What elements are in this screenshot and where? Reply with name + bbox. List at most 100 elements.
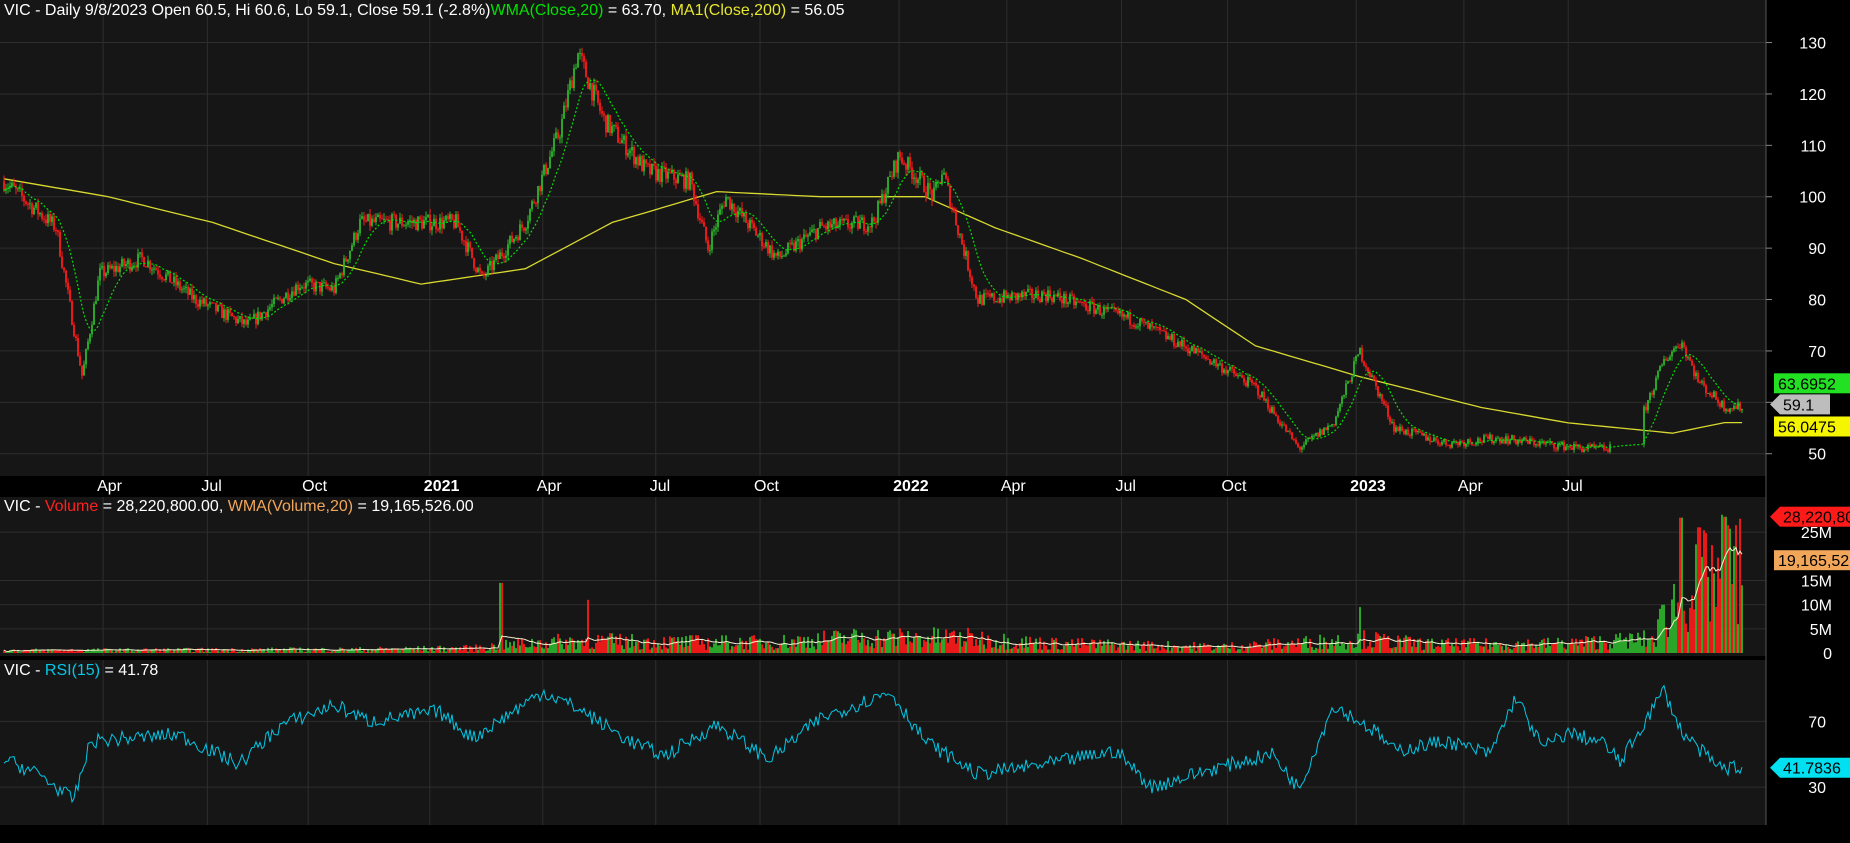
candle-body xyxy=(1161,330,1163,332)
price-tick-label: 120 xyxy=(1799,87,1826,104)
volume-bar xyxy=(789,646,791,653)
candle-body xyxy=(527,220,529,229)
candle-body xyxy=(315,281,317,292)
candle-body xyxy=(451,214,453,220)
candle-body xyxy=(1131,324,1133,326)
volume-bar xyxy=(1303,638,1305,653)
volume-bar xyxy=(939,642,941,653)
candle-body xyxy=(233,316,235,318)
candle-body xyxy=(183,288,185,290)
candle-body xyxy=(1221,363,1223,373)
candle-body xyxy=(307,280,309,283)
candle-body xyxy=(825,226,827,230)
candle-body xyxy=(459,227,461,231)
volume-bar xyxy=(321,647,323,653)
candle-body xyxy=(1119,310,1121,314)
candle-body xyxy=(175,276,177,286)
candle-body xyxy=(359,218,361,234)
candle-body xyxy=(1343,394,1345,397)
candle-body xyxy=(1163,330,1165,332)
candle-body xyxy=(895,160,897,173)
candle-body xyxy=(393,214,395,216)
volume-bar xyxy=(1267,639,1269,653)
candle-body xyxy=(1449,445,1451,448)
candle-body xyxy=(1697,372,1699,382)
candle-body xyxy=(993,293,995,302)
volume-bar xyxy=(1297,638,1299,653)
candle-body xyxy=(25,201,27,204)
volume-bar xyxy=(1451,643,1453,653)
volume-bar xyxy=(1557,637,1559,653)
candle-body xyxy=(1341,396,1343,404)
candle-body xyxy=(1253,382,1255,384)
candle-body xyxy=(783,255,785,257)
volume-bar xyxy=(571,638,573,653)
volume-bar xyxy=(773,649,775,653)
volume-bar xyxy=(1713,573,1715,653)
volume-bar xyxy=(1553,642,1555,653)
candle-body xyxy=(217,305,219,312)
volume-bar xyxy=(1693,609,1695,653)
volume-bar xyxy=(117,650,119,653)
volume-bar xyxy=(955,643,957,653)
volume-bar xyxy=(217,650,219,653)
volume-bar xyxy=(1149,645,1151,653)
candle-body xyxy=(177,281,179,286)
volume-bar xyxy=(1509,648,1511,653)
candle-body xyxy=(1313,435,1315,437)
candle-body xyxy=(1267,399,1269,409)
candle-body xyxy=(1301,447,1303,450)
candle-body xyxy=(739,208,741,212)
candle-body xyxy=(987,293,989,295)
volume-bar xyxy=(465,644,467,653)
candle-body xyxy=(855,216,857,218)
volume-bar xyxy=(1285,645,1287,653)
candle-body xyxy=(473,257,475,269)
time-axis-label: Jul xyxy=(201,478,221,495)
volume-bar xyxy=(1489,643,1491,653)
volume-bar xyxy=(801,641,803,653)
candle-body xyxy=(957,225,959,235)
volume-pane xyxy=(0,497,1766,656)
candle-body xyxy=(467,242,469,253)
candle-body xyxy=(607,114,609,133)
volume-bar xyxy=(1127,645,1129,653)
candle-body xyxy=(1027,288,1029,292)
candle-body xyxy=(477,268,479,272)
volume-bar xyxy=(1295,646,1297,653)
stock-chart[interactable]: 130120110100908070605025M15M10M5M07030 A… xyxy=(0,0,1850,843)
candle-body xyxy=(1657,371,1659,378)
volume-bar xyxy=(1075,644,1077,653)
candle-body xyxy=(983,293,985,305)
candle-body xyxy=(553,138,555,152)
volume-bar xyxy=(1355,647,1357,653)
volume-bar xyxy=(1501,646,1503,653)
volume-label: Volume xyxy=(44,498,99,515)
volume-bar xyxy=(19,651,21,653)
volume-bar xyxy=(1613,639,1615,653)
candle-body xyxy=(951,207,953,209)
candle-body xyxy=(713,229,715,232)
volume-bar xyxy=(401,649,403,653)
volume-bar xyxy=(1361,649,1363,653)
candle-body xyxy=(541,174,543,192)
volume-bar xyxy=(523,643,525,653)
volume-bar xyxy=(1273,638,1275,653)
candle-body xyxy=(1425,433,1427,441)
candle-body xyxy=(1189,351,1191,354)
volume-bar xyxy=(1027,647,1029,653)
candle-body xyxy=(823,225,825,227)
candle-body xyxy=(995,301,997,303)
volume-bar xyxy=(1383,633,1385,653)
volume-bar xyxy=(1427,638,1429,653)
volume-bar xyxy=(407,648,409,653)
candle-body xyxy=(1659,365,1661,372)
volume-bar xyxy=(181,649,183,653)
candle-body xyxy=(929,183,931,190)
volume-bar xyxy=(1661,604,1663,653)
volume-bar xyxy=(1229,648,1231,653)
volume-bar xyxy=(435,650,437,653)
volume-bar xyxy=(539,640,541,653)
volume-bar xyxy=(963,641,965,653)
volume-bar xyxy=(1049,649,1051,653)
